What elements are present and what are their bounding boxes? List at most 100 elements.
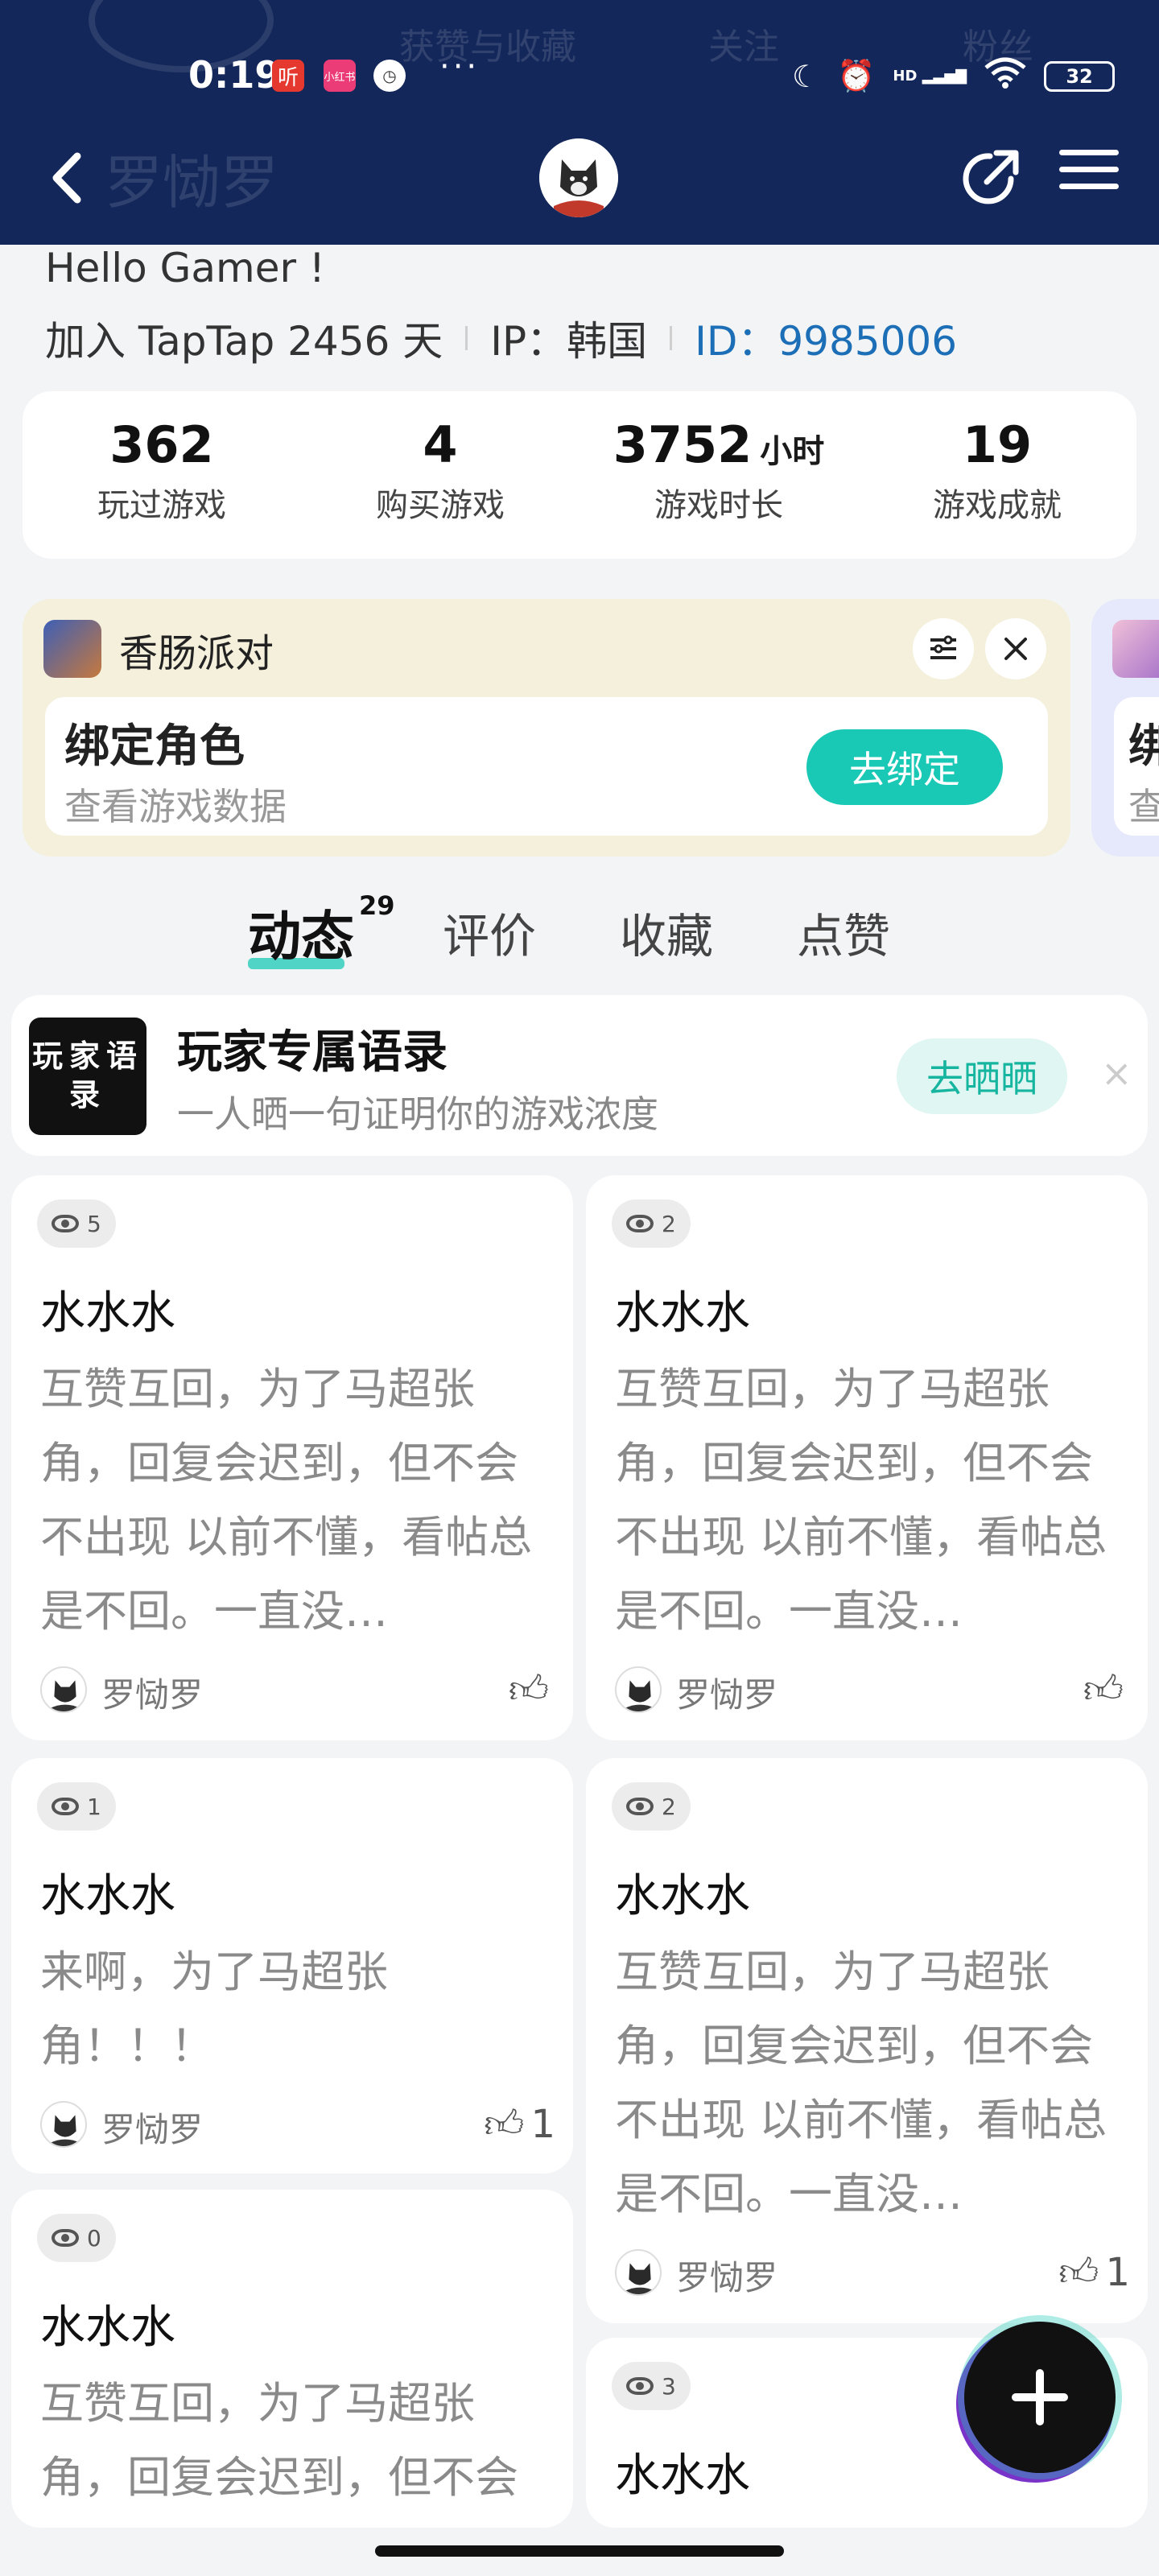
post-excerpt: 求赞拿马超张角 <box>615 2515 1130 2528</box>
next-game-card[interactable]: 绑 查 <box>1091 599 1159 857</box>
notification-xiaohongshu-icon: 小红书 <box>324 60 356 92</box>
eye-icon <box>626 1798 654 1815</box>
thumbs-up-icon: 👍︎ <box>508 1667 549 1712</box>
banner-title: 玩家专属语录 <box>177 1026 448 1079</box>
create-post-button[interactable] <box>964 2322 1116 2473</box>
eye-icon <box>626 2377 654 2395</box>
post-title: 水水水 <box>615 1870 750 1922</box>
view-count: 2 <box>612 1782 691 1831</box>
post-excerpt: 互赞互回，为了马超张角，回复会迟到，但不会不出现 以前不懂，看帖总是不回。一直没… <box>615 1946 1107 2219</box>
like-button[interactable]: 👍︎ <box>509 1666 555 1713</box>
close-button[interactable] <box>985 618 1046 679</box>
author-name[interactable]: 罗恸罗 <box>101 2103 203 2152</box>
tab-count: 29 <box>359 890 395 921</box>
ghost-username: 罗恸罗 <box>105 149 279 217</box>
eye-icon <box>52 2229 79 2247</box>
author-avatar[interactable] <box>40 1666 87 1713</box>
wifi-icon <box>984 56 1026 96</box>
profile-header: 获赞与收藏 关注 粉丝 罗恸罗 0:19 听 小红书 ◷ ··· ☾ ⏰ HD … <box>0 0 1159 245</box>
post-title: 水水水 <box>615 1287 750 1340</box>
tab-likes[interactable]: 点赞 <box>797 898 890 966</box>
divider <box>670 326 673 350</box>
home-indicator[interactable] <box>375 2545 784 2557</box>
eye-icon <box>52 1798 79 1815</box>
post-card[interactable]: 2 水水水 互赞互回，为了马超张角，回复会迟到，但不会不出现 以前不懂，看帖总是… <box>586 1175 1148 1740</box>
user-id[interactable]: ID：9985006 <box>695 309 957 367</box>
share-quote-button[interactable]: 去晒晒 <box>897 1038 1067 1114</box>
game-name[interactable]: 香肠派对 <box>119 621 274 678</box>
stat-value: 4 <box>423 415 458 474</box>
bind-title: 绑定角色 <box>64 720 245 773</box>
stat-label: 玩过游戏 <box>97 487 226 524</box>
post-excerpt: 互赞互回，为了马超张角，回复会迟到，但不会不出现 以前不懂，看 <box>40 2378 518 2528</box>
stat-games-played[interactable]: 362 玩过游戏 <box>23 391 301 559</box>
author-name[interactable]: 罗恸罗 <box>676 1668 777 1717</box>
post-title: 水水水 <box>40 2301 175 2354</box>
back-button[interactable] <box>45 150 93 206</box>
post-footer: 罗恸罗 👍︎ <box>615 1662 1130 1718</box>
tab-reviews[interactable]: 评价 <box>443 898 536 966</box>
join-days: 加入 TapTap 2456 天 <box>45 318 443 365</box>
stat-label: 购买游戏 <box>376 487 505 524</box>
post-excerpt: 来啊，为了马超张角！！！ <box>40 1946 388 2071</box>
thumbs-up-icon: 👍︎ <box>484 2102 525 2147</box>
menu-line <box>1059 167 1119 172</box>
quote-logo-icon: 玩家语录 <box>29 1018 146 1135</box>
ip-location: IP：韩国 <box>490 318 648 365</box>
content-tabs: 动态 29 评价 收藏 点赞 <box>0 890 1159 971</box>
post-card[interactable]: 1 水水水 来啊，为了马超张角！！！ 罗恸罗 👍︎ 1 <box>11 1758 573 2174</box>
filter-icon <box>930 635 956 659</box>
stat-games-bought[interactable]: 4 购买游戏 <box>301 391 580 559</box>
bind-title: 绑 <box>1128 720 1159 773</box>
author-name[interactable]: 罗恸罗 <box>676 2251 777 2300</box>
post-card[interactable]: 5 水水水 互赞互回，为了马超张角，回复会迟到，但不会不出现 以前不懂，看帖总是… <box>11 1175 573 1740</box>
author-avatar[interactable] <box>615 2249 662 2296</box>
tab-label: 动态 <box>248 906 354 968</box>
menu-button[interactable] <box>1059 150 1119 206</box>
game-icon <box>1112 620 1159 678</box>
thumbs-up-icon: 👍︎ <box>1083 1667 1124 1712</box>
eye-icon <box>626 1215 654 1232</box>
avatar[interactable] <box>539 138 618 217</box>
status-time: 0:19 <box>188 53 281 97</box>
eye-icon <box>52 1215 79 1232</box>
post-excerpt: 互赞互回，为了马超张角，回复会迟到，但不会不出现 以前不懂，看帖总是不回。一直没… <box>615 1364 1107 1637</box>
view-count: 5 <box>37 1199 116 1248</box>
like-button[interactable]: 👍︎ 1 <box>1058 2249 1130 2296</box>
like-button[interactable]: 👍︎ <box>1083 1666 1130 1713</box>
bind-button[interactable]: 去绑定 <box>806 729 1003 805</box>
close-icon[interactable]: × <box>1101 1051 1132 1095</box>
tab-favorites[interactable]: 收藏 <box>620 898 713 966</box>
player-quote-banner[interactable]: 玩家语录 玩家专属语录 一人晒一句证明你的游戏浓度 去晒晒 × <box>11 995 1148 1156</box>
plus-icon <box>1012 2369 1068 2425</box>
author-avatar[interactable] <box>40 2101 87 2148</box>
view-count: 0 <box>37 2214 116 2262</box>
author-name[interactable]: 罗恸罗 <box>101 1668 203 1717</box>
stat-achievements[interactable]: 19 游戏成就 <box>858 391 1136 559</box>
like-button[interactable]: 👍︎ 1 <box>484 2101 555 2148</box>
stat-play-time[interactable]: 3752 小时 游戏时长 <box>580 391 858 559</box>
author-avatar[interactable] <box>615 1666 662 1713</box>
menu-line <box>1059 150 1119 155</box>
tab-posts[interactable]: 动态 29 <box>248 890 395 971</box>
settings-button[interactable] <box>913 618 974 679</box>
signal-icon: HD ▂▃▅▇ <box>893 68 967 85</box>
post-title: 水水水 <box>615 2450 750 2502</box>
stat-value: 19 <box>962 415 1033 474</box>
profile-bio: Hello Gamer ! <box>45 245 325 291</box>
banner-subtitle: 一人晒一句证明你的游戏浓度 <box>177 1092 658 1136</box>
game-icon[interactable] <box>43 620 101 678</box>
share-button[interactable] <box>958 147 1022 211</box>
post-card[interactable]: 2 水水水 互赞互回，为了马超张角，回复会迟到，但不会不出现 以前不懂，看帖总是… <box>586 1758 1148 2323</box>
view-count: 2 <box>612 1199 691 1248</box>
menu-line <box>1059 184 1119 189</box>
status-icons: ☾ ⏰ HD ▂▃▅▇ 32 <box>792 56 1116 96</box>
battery-icon: 32 <box>1044 60 1116 92</box>
post-card[interactable]: 0 水水水 互赞互回，为了马超张角，回复会迟到，但不会不出现 以前不懂，看 <box>11 2190 573 2528</box>
profile-meta: 加入 TapTap 2456 天 IP：韩国 ID：9985006 <box>45 309 957 367</box>
view-count: 3 <box>612 2362 691 2410</box>
post-footer: 罗恸罗 👍︎ 1 <box>615 2244 1130 2301</box>
view-count: 1 <box>37 1782 116 1831</box>
stat-unit: 小时 <box>760 433 825 470</box>
post-title: 水水水 <box>40 1870 175 1922</box>
